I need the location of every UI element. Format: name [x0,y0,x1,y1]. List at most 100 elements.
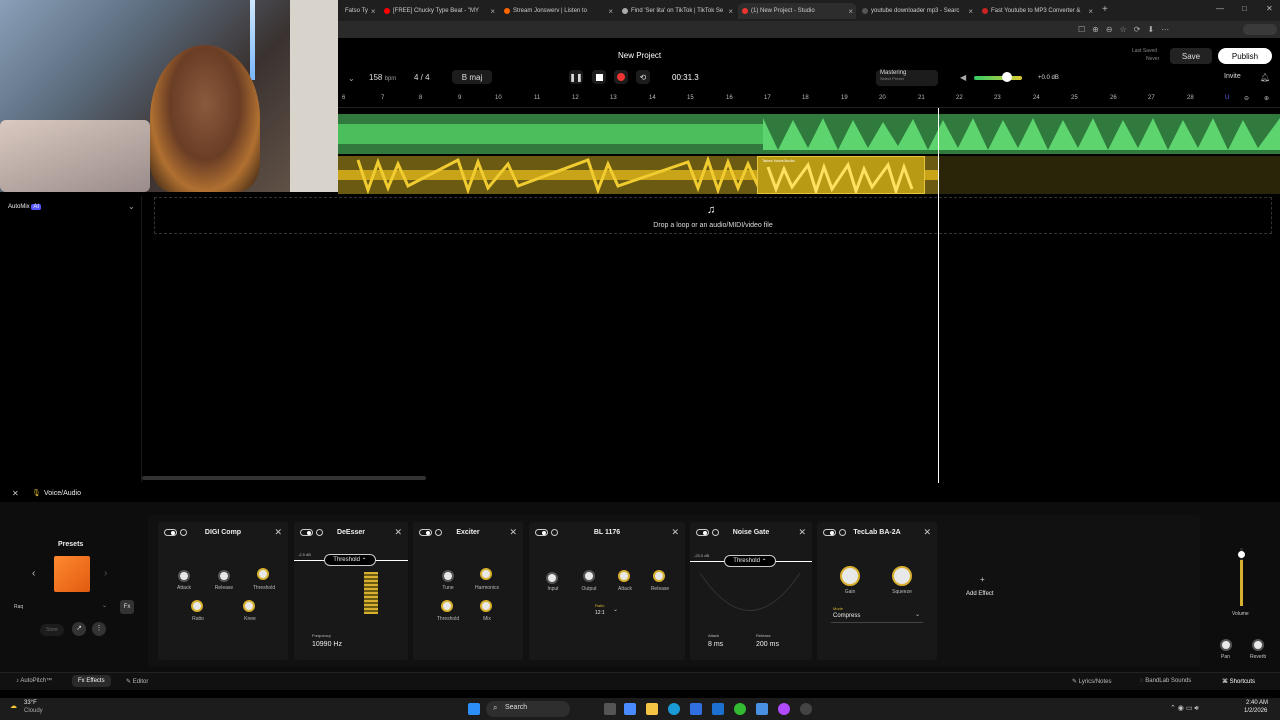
tab-close-icon[interactable]: × [490,7,498,16]
close-icon[interactable]: ✕ [274,527,282,538]
chevron-left-icon[interactable]: ‹ [32,568,35,579]
autopitch-button[interactable]: ♪ AutoPitch™ [16,678,52,684]
lyrics-notes-button[interactable]: ✎ Lyrics/Notes [1072,678,1112,685]
mastering-button[interactable]: Mastering Select Preset [876,70,938,86]
ratio-knob[interactable] [191,600,203,612]
chevron-down-icon[interactable]: ⌄ [613,606,618,613]
copilot-icon[interactable] [624,703,636,715]
task-view-icon[interactable] [604,703,616,715]
file-explorer-icon[interactable] [646,703,658,715]
drop-zone[interactable]: ♫ Drop a loop or an audio/MIDI/video fil… [154,197,1272,234]
automix-toggle[interactable]: AutoMix AI [8,204,42,210]
fx-icon[interactable]: Fx [120,600,134,614]
pan-knob[interactable] [1220,639,1232,651]
master-volume-slider[interactable] [974,76,1022,80]
bell-icon[interactable]: 🔔︎ [1260,73,1270,82]
takes-region[interactable]: Takes Voice/Audio [757,156,925,194]
publish-button[interactable]: Publish [1218,48,1272,64]
chevron-down-icon[interactable]: ⌄ [102,602,107,609]
zoom-out-icon[interactable]: ⊖ [1244,95,1249,102]
close-window-button[interactable]: ✕ [1266,4,1273,13]
browser-tab[interactable]: Stream Jonswerv | Listen to × [500,3,616,19]
tab-close-icon[interactable]: × [728,7,736,16]
tray-icons[interactable]: ⌃ ◉ ▭ 🔊︎ [1170,704,1199,713]
key-selector[interactable]: B maj [452,70,492,84]
volume-fader-handle[interactable] [1238,551,1245,558]
attack-knob[interactable] [618,570,630,582]
maximize-button[interactable]: □ [1242,4,1247,13]
windows-start-icon[interactable] [468,703,480,715]
harmonics-knob[interactable] [480,568,492,580]
edge-icon[interactable] [668,703,680,715]
release-knob[interactable] [653,570,665,582]
more-icon[interactable]: ⋮ [92,622,106,636]
close-icon[interactable]: ✕ [798,527,806,538]
new-tab-button[interactable]: + [1102,4,1108,15]
media-icon[interactable] [800,703,812,715]
store-button[interactable]: Store [40,624,64,636]
browser-tab[interactable]: youtube downloader mp3 - Searc × [858,3,976,19]
browser-tab[interactable]: Fast Youtube to MP3 Converter & × [978,3,1096,19]
clock-time[interactable]: 2:40 AM [1246,700,1268,706]
minimize-button[interactable]: — [1216,4,1224,13]
chevron-down-icon[interactable]: ⌄ [915,611,920,618]
gain-knob[interactable] [840,566,860,586]
frequency-value[interactable]: 10990 Hz [312,641,342,648]
app-icon[interactable] [756,703,768,715]
close-icon[interactable]: ✕ [394,527,402,538]
threshold-knob[interactable] [441,600,453,612]
frequency-band[interactable] [364,572,378,614]
attack-value[interactable]: 8 ms [708,641,723,648]
ratio-value[interactable]: 12:1 [595,610,605,616]
tab-close-icon[interactable]: × [371,7,378,16]
pause-button[interactable]: ❚❚ [569,70,583,84]
tab-close-icon[interactable]: × [968,7,976,16]
reverb-knob[interactable] [1252,639,1264,651]
browser-toolbar-icons[interactable]: ☐⊕⊖☆⟳⬇⋯ [1078,25,1176,34]
mail-icon[interactable] [712,703,724,715]
attack-knob[interactable] [178,570,190,582]
chevron-down-icon[interactable]: ⌄ [348,74,355,83]
shortcuts-button[interactable]: ⌘ Shortcuts [1222,678,1255,685]
output-knob[interactable] [583,570,595,582]
close-icon[interactable]: ✕ [671,527,679,538]
playhead[interactable] [938,108,939,483]
app-icon[interactable] [778,703,790,715]
zoom-in-icon[interactable]: ⊕ [1264,95,1269,102]
mix-knob[interactable] [480,600,492,612]
horizontal-scrollbar[interactable] [142,476,426,480]
master-volume-knob[interactable] [1002,72,1012,82]
mode-value[interactable]: Compress [833,613,860,619]
tab-close-icon[interactable]: × [848,7,856,16]
speaker-icon[interactable]: ◀ [960,73,966,82]
effects-tab[interactable]: Fx Effects [72,675,111,687]
preset-thumbnail[interactable] [54,556,90,592]
release-knob[interactable] [218,570,230,582]
chevron-down-icon[interactable]: ⌄ [128,202,135,211]
release-value[interactable]: 200 ms [756,641,779,648]
loop-button[interactable]: ⟲ [636,70,650,84]
browser-tab[interactable]: Find 'Ser lita' on TikTok | TikTok Se × [618,3,736,19]
time-signature[interactable]: 4 / 4 [414,73,430,82]
save-button[interactable]: Save [1170,48,1212,64]
invite-button[interactable]: Invite [1224,73,1241,80]
browser-tab[interactable]: [FREE] Chucky Type Beat - "MY × [380,3,498,19]
preset-name[interactable]: Raq [14,604,23,610]
voice-track-empty[interactable] [938,156,1280,194]
stop-button[interactable] [592,70,606,84]
tab-close-icon[interactable]: × [1088,7,1096,16]
project-title[interactable]: New Project [618,51,661,60]
green-audio-track[interactable] [338,114,1280,154]
threshold-dropdown[interactable]: Threshold ⌃ [324,554,376,566]
knee-knob[interactable] [243,600,255,612]
browser-tab-active[interactable]: (1) New Project - Studio × [738,3,856,19]
threshold-knob[interactable] [257,568,269,580]
editor-tab[interactable]: ✎ Editor [126,678,148,685]
browser-tab[interactable]: Fatso Ty × [338,3,378,19]
close-icon[interactable]: ✕ [509,527,517,538]
close-icon[interactable]: ✕ [923,527,931,538]
store-icon[interactable] [690,703,702,715]
input-knob[interactable] [546,572,558,584]
clock-date[interactable]: 1/2/2026 [1244,708,1267,714]
plus-icon[interactable]: + [980,575,985,584]
